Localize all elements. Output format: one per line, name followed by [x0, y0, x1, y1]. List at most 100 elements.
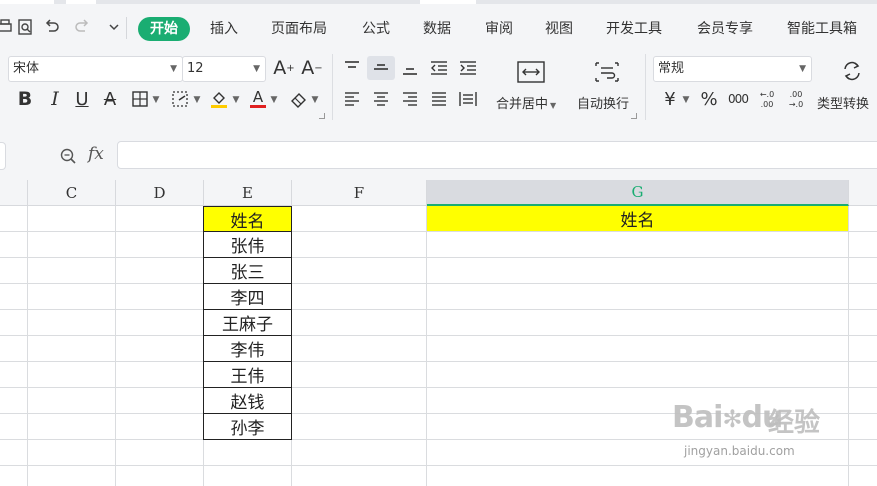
font-size-value: 12: [187, 61, 204, 76]
tab-formulas[interactable]: 公式: [362, 17, 390, 41]
wrap-text-button[interactable]: 自动换行: [577, 93, 629, 112]
column-header-c[interactable]: C: [28, 180, 116, 206]
decrease-indent-icon[interactable]: [427, 56, 451, 80]
zoom-search-icon[interactable]: [58, 146, 78, 166]
column-header-d[interactable]: D: [116, 180, 204, 206]
svg-text:→.0: →.0: [789, 100, 803, 109]
column-header-partial[interactable]: [0, 180, 28, 206]
wrap-text-icon[interactable]: [591, 58, 623, 86]
align-middle-icon[interactable]: [367, 56, 395, 80]
column-header-g[interactable]: G: [427, 180, 849, 206]
tab-review[interactable]: 审阅: [485, 17, 513, 41]
align-left-icon[interactable]: [340, 87, 364, 111]
font-color-icon[interactable]: A: [247, 87, 269, 111]
cell-e-name[interactable]: 张伟: [203, 231, 292, 258]
cell-style-icon[interactable]: [168, 87, 192, 111]
merge-center-button[interactable]: 合并居中 ▼: [496, 93, 556, 112]
clear-format-icon[interactable]: [286, 87, 310, 111]
currency-icon[interactable]: ¥: [658, 87, 682, 111]
font-name-value: 宋体: [13, 61, 40, 76]
justify-icon[interactable]: [427, 87, 451, 111]
merge-center-icon[interactable]: [513, 58, 549, 86]
bold-icon[interactable]: B: [14, 87, 36, 111]
fill-color-icon[interactable]: [207, 87, 231, 111]
gridline: [427, 257, 848, 258]
chevron-down-icon[interactable]: ▼: [270, 95, 278, 105]
chevron-down-icon[interactable]: ▼: [682, 95, 690, 105]
type-convert-icon[interactable]: [838, 58, 866, 84]
decrease-font-size-icon[interactable]: A −: [300, 56, 324, 80]
tab-home[interactable]: 开始: [138, 17, 190, 41]
cell-e-name[interactable]: 王麻子: [203, 309, 292, 336]
cell-e-name[interactable]: 张三: [203, 257, 292, 284]
print-preview-icon[interactable]: [14, 16, 36, 38]
gridline: [115, 206, 116, 486]
gridline: [427, 335, 848, 336]
align-center-icon[interactable]: [369, 87, 393, 111]
watermark-text: 经验: [768, 408, 821, 438]
type-convert-button[interactable]: 类型转换: [817, 93, 869, 112]
redo-icon[interactable]: [71, 16, 93, 38]
chevron-down-icon: ▼: [253, 64, 260, 74]
tabstrip-segment: [0, 0, 54, 4]
increase-decimal-icon[interactable]: ←.0.00: [755, 86, 779, 112]
cell-e-name[interactable]: 李伟: [203, 335, 292, 362]
borders-icon[interactable]: [128, 87, 152, 111]
cell-e-name[interactable]: 李四: [203, 283, 292, 310]
formula-input[interactable]: [117, 141, 877, 169]
font-name-select[interactable]: 宋体 ▼: [8, 56, 183, 82]
alignment-group-launcher-icon[interactable]: [631, 113, 637, 119]
ribbon-separator: [332, 54, 333, 120]
tab-page-layout[interactable]: 页面布局: [271, 17, 327, 41]
chevron-down-icon[interactable]: ▼: [193, 95, 201, 105]
underline-icon[interactable]: U: [71, 87, 93, 111]
increase-font-size-icon[interactable]: A +: [272, 56, 296, 80]
tab-developer[interactable]: 开发工具: [606, 17, 662, 41]
chevron-down-icon[interactable]: ▼: [152, 95, 160, 105]
align-right-icon[interactable]: [398, 87, 422, 111]
align-top-icon[interactable]: [340, 56, 364, 80]
number-format-value: 常规: [658, 61, 685, 76]
merge-center-label: 合并居中: [496, 97, 549, 112]
tab-smart-toolbox[interactable]: 智能工具箱: [787, 17, 857, 41]
watermark-logo: Bai✻du: [672, 400, 783, 435]
gridline: [427, 231, 848, 232]
chevron-down-icon: ▼: [550, 101, 557, 110]
cell-e-name[interactable]: 孙李: [203, 413, 292, 440]
cell-e-name[interactable]: 赵钱: [203, 387, 292, 414]
cell-e-header[interactable]: 姓名: [203, 206, 292, 232]
font-group-launcher-icon[interactable]: [319, 113, 325, 119]
percent-icon[interactable]: %: [697, 87, 721, 111]
chevron-down-icon[interactable]: ▼: [232, 95, 240, 105]
insert-function-icon[interactable]: fx: [88, 144, 104, 164]
thousands-separator-icon[interactable]: 000: [725, 87, 751, 111]
menu-bar: 开始 插入 页面布局 公式 数据 审阅 视图 开发工具 会员专享 智能工具箱: [0, 0, 877, 50]
tab-member[interactable]: 会员专享: [697, 17, 753, 41]
watermark-url: jingyan.baidu.com: [684, 444, 795, 458]
chevron-down-icon[interactable]: ▼: [311, 95, 319, 105]
decrease-decimal-icon[interactable]: .00 →.0: [784, 86, 808, 112]
tabstrip-segment: [420, 0, 476, 4]
font-size-select[interactable]: 12 ▼: [182, 56, 266, 82]
increase-indent-icon[interactable]: [456, 56, 480, 80]
column-header-e[interactable]: E: [204, 180, 292, 206]
cell-g-header[interactable]: 姓名: [427, 206, 848, 231]
svg-text:.00: .00: [761, 100, 774, 109]
tab-view[interactable]: 视图: [545, 17, 573, 41]
strikethrough-icon[interactable]: A: [99, 87, 121, 111]
tab-data[interactable]: 数据: [423, 17, 451, 41]
ribbon-toolbar: 宋体 ▼ 12 ▼ A + A − B I U A ▼ ▼ ▼ A ▼ ▼ 合并…: [0, 50, 877, 124]
column-header-f[interactable]: F: [292, 180, 427, 206]
number-format-select[interactable]: 常规 ▼: [653, 56, 812, 82]
cell-e-name[interactable]: 王伟: [203, 361, 292, 388]
name-box[interactable]: [0, 142, 6, 170]
chevron-down-icon: ▼: [170, 64, 177, 74]
tab-insert[interactable]: 插入: [210, 17, 238, 41]
svg-text:A: A: [253, 88, 264, 106]
customize-quick-access-icon[interactable]: [103, 16, 125, 38]
distributed-align-icon[interactable]: [456, 87, 480, 111]
align-bottom-icon[interactable]: [398, 56, 422, 80]
italic-icon[interactable]: I: [44, 87, 66, 111]
undo-icon[interactable]: [41, 16, 63, 38]
column-header-partial[interactable]: [849, 180, 877, 206]
